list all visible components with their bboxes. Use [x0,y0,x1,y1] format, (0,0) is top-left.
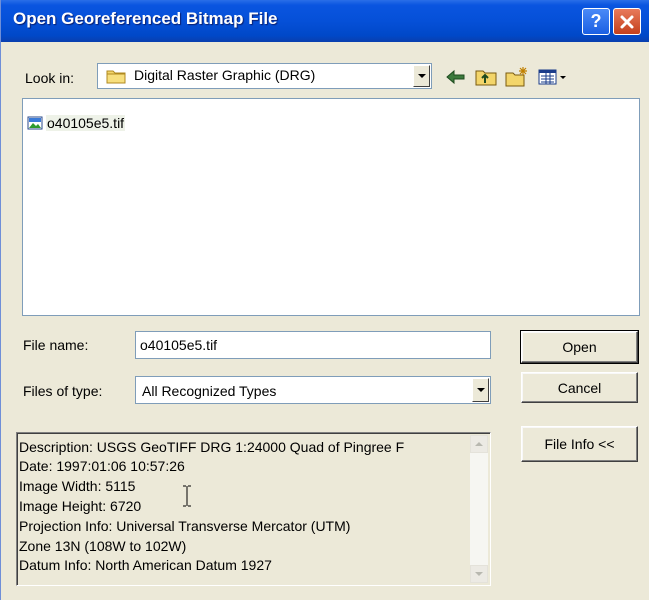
file-name-label: File name: [23,337,89,353]
help-button[interactable]: ? [582,8,610,35]
file-list-item[interactable]: o40105e5.tif [27,115,126,131]
file-name-text: o40105e5.tif [46,115,126,131]
chevron-down-icon [417,74,426,78]
close-icon [620,15,634,28]
up-one-level-icon [475,70,497,86]
info-line-datum: Datum Info: North American Datum 1927 [19,557,272,573]
look-in-dropdown[interactable]: Digital Raster Graphic (DRG) [97,63,432,89]
look-in-value: Digital Raster Graphic (DRG) [134,67,316,83]
text-cursor-icon [183,485,191,507]
files-of-type-dropdown[interactable]: All Recognized Types [135,376,491,404]
files-of-type-value: All Recognized Types [142,383,277,399]
back-arrow-icon [446,69,465,85]
up-one-level-button[interactable] [474,65,498,89]
question-mark-icon: ? [590,11,602,31]
tif-image-icon [27,116,43,130]
info-vertical-scrollbar[interactable] [470,435,488,583]
file-info-button[interactable]: File Info << [521,426,638,462]
files-of-type-label: Files of type: [23,383,103,399]
file-name-input[interactable]: o40105e5.tif [135,331,491,359]
file-name-input-value: o40105e5.tif [140,337,218,353]
info-line-description: Description: USGS GeoTIFF DRG 1:24000 Qu… [19,439,405,455]
chevron-down-icon [476,388,485,392]
look-in-label: Look in: [25,70,75,86]
look-in-dropdown-button[interactable] [413,65,430,87]
back-button[interactable] [444,65,468,89]
view-menu-icon [538,69,566,85]
open-file-dialog: Open Georeferenced Bitmap File ? Look in… [0,0,649,600]
scroll-down-button[interactable] [470,565,488,583]
scroll-up-button[interactable] [470,435,488,453]
arrow-up-icon [475,442,483,446]
info-line-zone: Zone 13N (108W to 102W) [19,538,187,554]
arrow-down-icon [475,572,483,576]
folder-icon [106,70,126,84]
new-folder-icon [505,67,527,87]
title-bar[interactable]: Open Georeferenced Bitmap File ? [1,0,649,42]
info-line-height: Image Height: 6720 [19,498,142,514]
info-line-projection: Projection Info: Universal Transverse Me… [19,518,351,534]
cancel-button[interactable]: Cancel [521,372,638,403]
file-list[interactable]: o40105e5.tif [22,98,640,316]
view-menu-button[interactable] [537,65,571,89]
new-folder-button[interactable] [504,65,528,89]
info-line-width: Image Width: 5115 [19,478,136,494]
window-title: Open Georeferenced Bitmap File [13,9,278,28]
files-of-type-dropdown-button[interactable] [472,378,489,402]
close-button[interactable] [613,8,641,35]
info-line-date: Date: 1997:01:06 10:57:26 [19,458,185,474]
file-info-text-area[interactable]: Description: USGS GeoTIFF DRG 1:24000 Qu… [16,432,491,586]
open-button[interactable]: Open [520,330,639,364]
